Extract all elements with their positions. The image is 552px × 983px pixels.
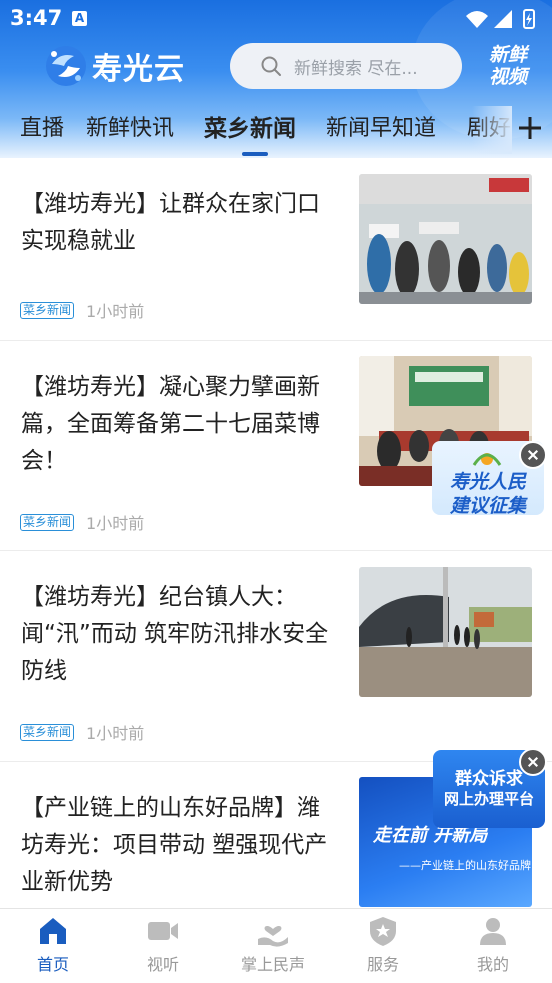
search-icon [261,56,281,76]
news-tag: 菜乡新闻 [20,723,75,741]
sun-logo-icon [472,453,502,466]
shield-service-icon [370,917,396,946]
news-time: 1小时前 [86,302,145,321]
video-icon [148,922,178,940]
news-tag: 菜乡新闻 [20,301,75,319]
fresh-video-button[interactable]: 新鲜 视频 [478,44,538,92]
home-icon [40,918,66,944]
news-meta: 菜乡新闻 1小时前 [20,510,144,534]
close-suggestion-icon[interactable] [519,441,547,469]
news-title: 【潍坊寿光】让群众在家门口实现稳就业 [21,191,320,254]
suggestion-line-2: 建议征集 [449,495,526,515]
news-tag: 菜乡新闻 [20,513,75,531]
news-time: 1小时前 [86,724,145,743]
tab-fresh-news[interactable]: 新鲜快讯 [86,110,174,142]
app-name: 寿光云 [92,52,185,87]
news-item[interactable]: 【潍坊寿光】让群众在家门口实现稳就业 菜乡新闻 1小时前 [0,158,552,341]
nav-service-label: 服务 [366,955,399,974]
status-icons [466,9,535,29]
channel-tabs: 直播 新鲜快讯 菜乡新闻 新闻早知道 剧好 [0,106,552,156]
nav-video-label: 视听 [146,955,179,974]
news-title: 【产业链上的山东好品牌】潍坊寿光：项目带动 塑强现代产业新优势 [21,795,328,895]
news-thumbnail [359,567,532,697]
fresh-video-line-2: 视频 [488,66,527,88]
nav-public-voice-label: 掌上民声 [240,955,305,974]
tab-morning-news[interactable]: 新闻早知道 [326,110,436,142]
bottom-navigation: 首页 视听 掌上民声 服务 我的 [0,908,552,983]
app-header: 3:47 A 寿光云 新鲜搜索 尽在... 新鲜 视频 直播 新鲜快讯 菜乡新闻… [0,0,552,158]
tab-fade [472,106,512,154]
nav-service[interactable]: 服务 [328,915,438,975]
nav-mine-label: 我的 [476,955,509,974]
news-meta: 菜乡新闻 1小时前 [20,720,144,744]
active-tab-indicator [242,152,268,156]
nav-home[interactable]: 首页 [0,915,108,975]
heart-hand-icon [258,925,288,947]
news-item[interactable]: 【潍坊寿光】纪台镇人大：闻“汛”而动 筑牢防汛排水安全防线 菜乡新闻 1小时前 [0,551,552,762]
fresh-video-line-1: 新鲜 [488,44,527,66]
status-time: 3:47 [10,6,63,30]
tab-live[interactable]: 直播 [20,110,64,142]
signal-icon [494,10,512,28]
status-bar: 3:47 A [0,0,552,36]
logo-icon [46,46,86,86]
news-title: 【潍坊寿光】纪台镇人大：闻“汛”而动 筑牢防汛排水安全防线 [21,584,329,684]
tab-vegetable-town-news[interactable]: 菜乡新闻 [204,109,296,143]
appeal-line-2: 网上办理平台 [443,790,534,808]
news-title: 【潍坊寿光】凝心聚力擘画新篇，全面筹备第二十七届菜博会！ [21,374,320,474]
search-bar[interactable]: 新鲜搜索 尽在... [230,43,462,89]
nav-home-label: 首页 [36,955,69,974]
news-time: 1小时前 [86,514,145,533]
app-logo: 寿光云 [44,44,185,88]
notification-a-icon: A [72,11,87,26]
user-icon [480,918,506,945]
news-thumbnail [359,174,532,304]
add-channel-icon[interactable] [516,114,544,142]
nav-video[interactable]: 视听 [108,915,218,975]
news-meta: 菜乡新闻 1小时前 [20,298,144,322]
nav-public-voice[interactable]: 掌上民声 [218,915,328,975]
search-placeholder: 新鲜搜索 尽在... [294,58,418,79]
wifi-icon [466,11,488,28]
close-appeal-icon[interactable] [519,748,547,776]
nav-mine[interactable]: 我的 [438,915,548,975]
suggestion-line-1: 寿光人民 [449,471,526,493]
banner-subtext: ——产业链上的山东好品牌 [399,859,531,872]
